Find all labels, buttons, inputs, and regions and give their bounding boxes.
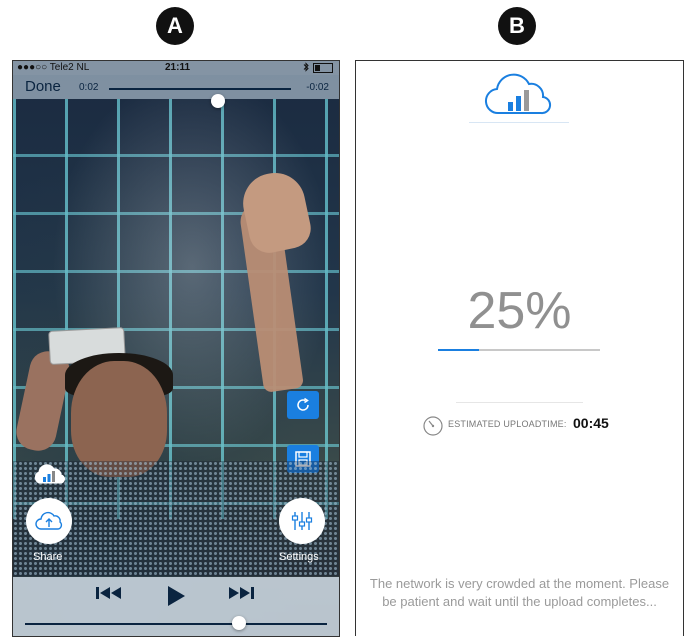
player-controls	[13, 577, 339, 636]
upload-percent: 25%	[467, 282, 572, 340]
top-scrubber-track[interactable]	[109, 88, 291, 108]
section-divider	[456, 402, 583, 403]
share-label: Share	[33, 551, 63, 563]
panel-b-label: B	[498, 7, 536, 45]
carrier-label: ●●●○○ Tele2 NL	[17, 62, 90, 73]
share-button[interactable]	[26, 498, 72, 544]
skip-back-icon	[96, 587, 121, 599]
clock-label: 21:11	[165, 62, 191, 73]
battery-icon	[313, 63, 333, 73]
timer-icon	[422, 415, 444, 442]
player-top-bar: Done 0:02 -0:02	[13, 75, 339, 108]
play-button[interactable]	[165, 585, 187, 612]
settings-label: Settings	[279, 551, 319, 563]
time-elapsed: 0:02	[79, 82, 99, 93]
time-remaining: -0:02	[306, 82, 329, 93]
status-bar: ●●●○○ Tele2 NL 21:11	[13, 61, 339, 75]
logo-divider	[469, 122, 569, 123]
bluetooth-icon	[303, 62, 309, 75]
skip-forward-icon	[229, 587, 254, 599]
panel-a-label: A	[156, 7, 194, 45]
cloud-signal-logo	[483, 73, 557, 122]
sliders-icon	[291, 512, 313, 530]
network-message: The network is very crowded at the momen…	[369, 576, 670, 609]
cloud-upload-icon	[35, 511, 63, 530]
settings-button[interactable]	[279, 498, 325, 544]
done-button[interactable]: Done	[25, 78, 61, 95]
cloud-signal-icon	[31, 463, 67, 490]
video-person-head	[71, 361, 167, 477]
upload-progress-screen: 25% ESTIMATED UPLOADTIME: 00:45 The netw…	[355, 60, 684, 636]
next-track-button[interactable]	[227, 585, 255, 606]
playback-slider-track[interactable]	[25, 616, 327, 630]
video-player-screen: ●●●○○ Tele2 NL 21:11 Done 0:02 -0:02 Sha…	[12, 60, 340, 637]
playback-slider-thumb[interactable]	[232, 616, 247, 630]
play-icon	[168, 586, 185, 606]
upload-progress-bar	[438, 349, 600, 351]
previous-track-button[interactable]	[95, 585, 123, 606]
refresh-button[interactable]	[287, 391, 319, 419]
upload-progress-fill	[438, 349, 479, 351]
refresh-icon	[297, 397, 309, 411]
estimated-time-value: 00:45	[573, 415, 609, 431]
estimated-time-label: ESTIMATED UPLOADTIME:	[448, 419, 567, 429]
